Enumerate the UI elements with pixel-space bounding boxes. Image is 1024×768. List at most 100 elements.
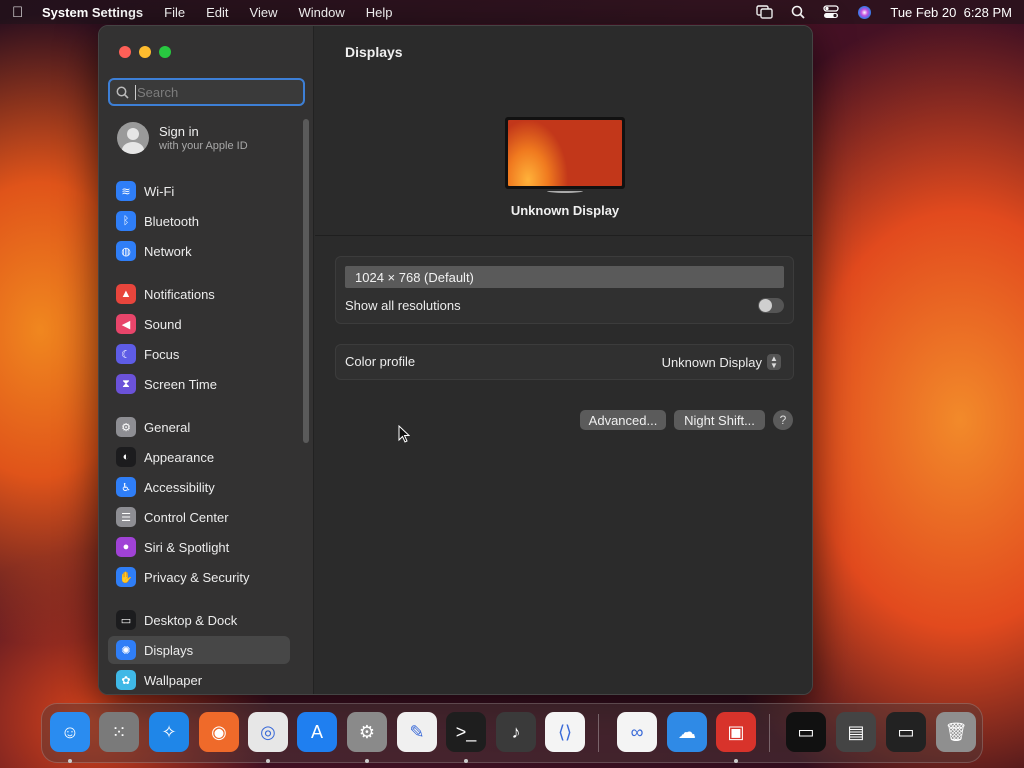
terminal-icon[interactable]: >_ bbox=[446, 712, 486, 752]
sidebar-scrollbar[interactable] bbox=[303, 119, 309, 443]
resolution-option[interactable]: 1024 × 768 (Default) bbox=[345, 266, 784, 288]
main-pane: Displays Unknown Display 1024 × 768 (Def… bbox=[315, 26, 812, 694]
sidebar-item-privacy-security[interactable]: ✋ Privacy & Security bbox=[108, 563, 290, 591]
gear-icon: ⚙ bbox=[116, 417, 136, 437]
sidebar-item-focus[interactable]: ☾ Focus bbox=[108, 340, 290, 368]
running-indicator bbox=[365, 759, 369, 763]
sidebar-item-general[interactable]: ⚙ General bbox=[108, 413, 290, 441]
siri-icon[interactable] bbox=[857, 5, 872, 20]
zoom-button[interactable] bbox=[159, 46, 171, 58]
display-preview[interactable] bbox=[505, 117, 625, 189]
sidebar-item-notifications[interactable]: ▲ Notifications bbox=[108, 280, 290, 308]
menu-window[interactable]: Window bbox=[298, 5, 344, 20]
firefox-icon[interactable]: ◉ bbox=[199, 712, 239, 752]
spotlight-search-icon[interactable] bbox=[791, 5, 805, 19]
bell-icon: ▲ bbox=[116, 284, 136, 304]
window-thumbnail-icon[interactable]: ▭ bbox=[886, 712, 926, 752]
sidebar-item-label: Accessibility bbox=[144, 479, 215, 495]
vscode-icon[interactable]: ⟨⟩ bbox=[545, 712, 585, 752]
mouse-cursor-icon bbox=[398, 425, 410, 443]
preview-window-icon[interactable]: ▭ bbox=[786, 712, 826, 752]
show-all-resolutions-toggle[interactable] bbox=[758, 298, 784, 313]
sidebar-item-screen-time[interactable]: ⧗ Screen Time bbox=[108, 370, 290, 398]
color-profile-panel: Color profile Unknown Display ▲ ▼ bbox=[335, 344, 794, 380]
sidebar-item-accessibility[interactable]: ♿ Accessibility bbox=[108, 473, 290, 501]
sidebar-item-label: Control Center bbox=[144, 509, 229, 525]
sidebar-item-label: Privacy & Security bbox=[144, 569, 250, 585]
finder-icon[interactable]: ☺ bbox=[50, 712, 90, 752]
sidebar-item-label: Sound bbox=[144, 316, 182, 332]
sidebar-item-appearance[interactable]: ◐ Appearance bbox=[108, 443, 290, 471]
minimize-button[interactable] bbox=[139, 46, 151, 58]
sidebar-item-label: Siri & Spotlight bbox=[144, 539, 230, 555]
sidebar-item-wi-fi[interactable]: ≋ Wi-Fi bbox=[108, 177, 290, 205]
textedit-icon[interactable]: ✎ bbox=[397, 712, 437, 752]
sidebar-item-displays[interactable]: ✺ Displays bbox=[108, 636, 290, 664]
sidebar-item-network[interactable]: ◍ Network bbox=[108, 237, 290, 265]
wifi-icon: ≋ bbox=[116, 181, 136, 201]
sidebar-item-label: General bbox=[144, 419, 191, 435]
control-center-icon[interactable] bbox=[823, 5, 840, 19]
running-indicator bbox=[68, 759, 72, 763]
apps-folder-icon[interactable]: ▤ bbox=[836, 712, 876, 752]
running-indicator bbox=[734, 759, 738, 763]
color-profile-select[interactable]: Unknown Display ▲ ▼ bbox=[662, 354, 781, 370]
close-button[interactable] bbox=[119, 46, 131, 58]
sidebar-item-control-center[interactable]: ☰ Control Center bbox=[108, 503, 290, 531]
menu-bar:  System Settings File Edit View Window … bbox=[0, 0, 1024, 24]
menu-view[interactable]: View bbox=[250, 5, 278, 20]
menu-edit[interactable]: Edit bbox=[206, 5, 228, 20]
safari-icon[interactable]: ✧ bbox=[149, 712, 189, 752]
speaker-icon: ◀ bbox=[116, 314, 136, 334]
sidebar-item-label: Appearance bbox=[144, 449, 215, 465]
visual-studio-icon[interactable]: ∞ bbox=[617, 712, 657, 752]
menu-file[interactable]: File bbox=[164, 5, 185, 20]
help-button[interactable]: ? bbox=[773, 410, 793, 430]
photo-booth-icon[interactable]: ▣ bbox=[716, 712, 756, 752]
sign-in-item[interactable]: Sign in with your Apple ID bbox=[117, 122, 248, 154]
chevron-up-down-icon: ▲ ▼ bbox=[767, 354, 781, 370]
sidebar-item-label: Notifications bbox=[144, 286, 215, 302]
running-indicator bbox=[464, 759, 468, 763]
sidebar-item-siri-spotlight[interactable]: ● Siri & Spotlight bbox=[108, 533, 290, 561]
sidebar-item-label: Desktop & Dock bbox=[144, 612, 238, 628]
sign-in-subtitle: with your Apple ID bbox=[159, 140, 248, 152]
sidebar-item-label: Focus bbox=[144, 346, 180, 362]
sidebar-item-sound[interactable]: ◀ Sound bbox=[108, 310, 290, 338]
page-title: Displays bbox=[345, 44, 403, 60]
show-all-resolutions-label: Show all resolutions bbox=[345, 298, 461, 313]
search-field[interactable] bbox=[108, 78, 305, 106]
dock-separator bbox=[598, 714, 599, 752]
sidebar-item-bluetooth[interactable]: ᛒ Bluetooth bbox=[108, 207, 290, 235]
avatar bbox=[117, 122, 149, 154]
moon-icon: ☾ bbox=[116, 344, 136, 364]
system-settings-icon[interactable]: ⚙ bbox=[347, 712, 387, 752]
display-name: Unknown Display bbox=[510, 203, 620, 218]
divider bbox=[315, 235, 812, 236]
system-settings-window: Sign in with your Apple ID ≋ Wi-Fi ᛒ Blueto… bbox=[98, 25, 813, 695]
sidebar-item-wallpaper[interactable]: ✿ Wallpaper bbox=[108, 666, 290, 694]
garageband-icon[interactable]: ♪ bbox=[496, 712, 536, 752]
hourglass-icon: ⧗ bbox=[116, 374, 136, 394]
sign-in-title: Sign in bbox=[159, 124, 199, 139]
menu-app-name[interactable]: System Settings bbox=[42, 5, 143, 20]
search-input[interactable] bbox=[135, 84, 295, 100]
launchpad-icon[interactable]: ⁙ bbox=[99, 712, 139, 752]
advanced-button[interactable]: Advanced... bbox=[580, 410, 666, 430]
weather-icon[interactable]: ☁ bbox=[667, 712, 707, 752]
sidebar-item-label: Wallpaper bbox=[144, 672, 203, 688]
sidebar-item-desktop-dock[interactable]: ▭ Desktop & Dock bbox=[108, 606, 290, 634]
running-indicator bbox=[266, 759, 270, 763]
chrome-icon[interactable]: ◎ bbox=[248, 712, 288, 752]
bluetooth-icon: ᛒ bbox=[116, 211, 136, 231]
night-shift-button[interactable]: Night Shift... bbox=[674, 410, 765, 430]
menu-help[interactable]: Help bbox=[366, 5, 393, 20]
menubar-clock[interactable]: Tue Feb 20 6:28 PM bbox=[890, 5, 1012, 20]
trash-icon[interactable]: 🗑 bbox=[936, 712, 976, 752]
siri-icon: ● bbox=[116, 537, 136, 557]
apple-icon[interactable]:  bbox=[12, 4, 42, 21]
screen-mirroring-icon[interactable] bbox=[756, 5, 774, 19]
dock-separator bbox=[769, 714, 770, 752]
accessibility-icon: ♿ bbox=[116, 477, 136, 497]
app-store-icon[interactable]: A bbox=[297, 712, 337, 752]
